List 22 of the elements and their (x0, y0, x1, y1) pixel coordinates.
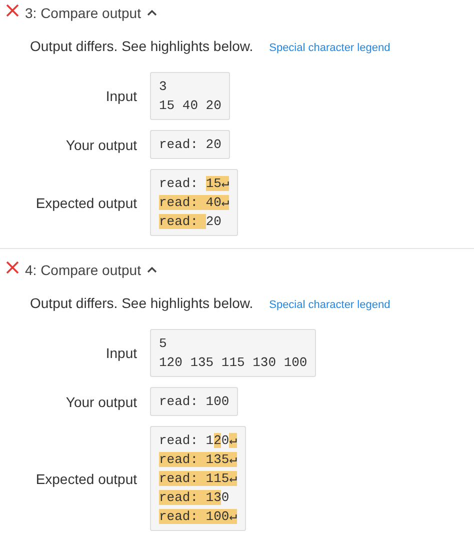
output-box: 5 120 135 115 130 100 (150, 329, 316, 377)
row-label: Your output (64, 394, 137, 410)
legend-link[interactable]: Special character legend (269, 42, 390, 54)
row-label: Expected output (34, 194, 137, 210)
row-label: Input (104, 88, 137, 104)
legend-link[interactable]: Special character legend (269, 299, 390, 311)
collapse-button[interactable] (146, 9, 157, 17)
row-label: Expected output (34, 470, 137, 486)
test-title: 4: Compare output (25, 262, 141, 278)
cross-icon (6, 261, 19, 274)
output-box: read: 20 (150, 130, 230, 159)
cross-icon (6, 4, 19, 17)
status-message: Output differs. See highlights below. (30, 295, 254, 311)
row-label: Input (104, 345, 137, 361)
output-box: read: 100 (150, 387, 238, 416)
status-message: Output differs. See highlights below. (30, 38, 254, 54)
test-title: 3: Compare output (25, 5, 141, 21)
row-label: Your output (64, 136, 137, 152)
collapse-button[interactable] (146, 266, 157, 274)
output-box: read: 15↵ read: 40↵ read: 20 (150, 169, 238, 236)
output-box: read: 120↵ read: 135↵ read: 115↵ read: 130 read: 100↵ (150, 426, 246, 531)
output-box: 3 15 40 20 (150, 72, 230, 120)
